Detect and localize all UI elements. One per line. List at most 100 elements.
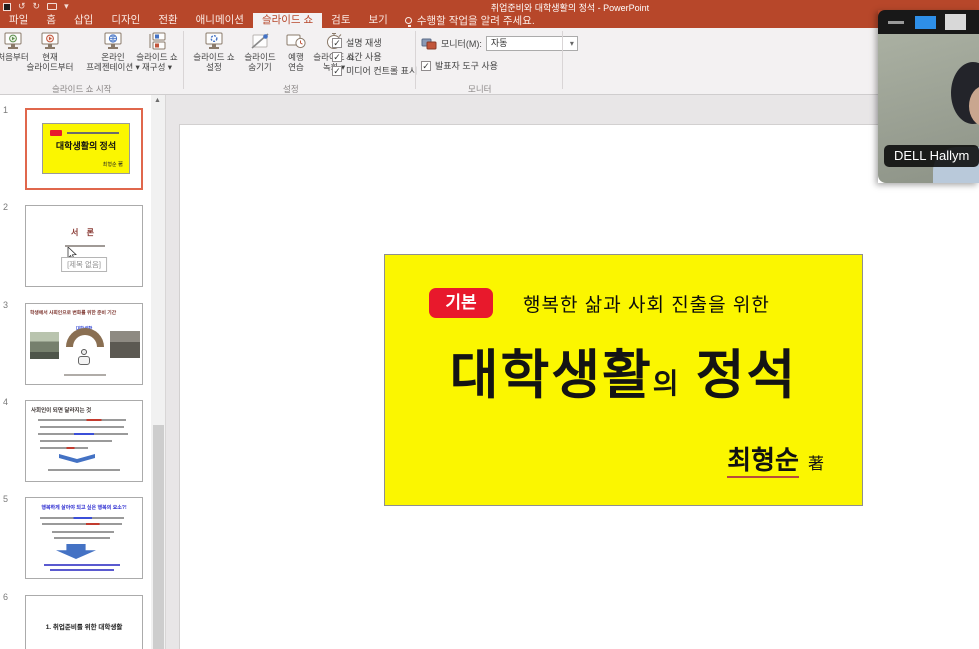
scrollbar-thumb[interactable] <box>153 425 164 649</box>
tiny-text-line <box>64 374 106 376</box>
slide-number: 3 <box>3 300 8 310</box>
slide-thumbnail-panel: 1 대학생활의 정석 최형순 著 2 서 론 [제목 없음] 3 학생에서 사회… <box>0 95 166 649</box>
play-narrations-checkbox[interactable]: 설명 재생 <box>332 36 382 49</box>
tab-insert[interactable]: 삽입 <box>65 13 102 28</box>
webcam-overlay-window[interactable]: DELL Hallym <box>878 10 979 183</box>
checkbox-icon <box>421 61 431 71</box>
slide-tagline: 행복한 삶과 사회 진출을 위한 <box>523 290 770 317</box>
scroll-up-icon[interactable]: ▲ <box>154 97 161 104</box>
tab-animations[interactable]: 애니메이션 <box>187 13 253 28</box>
editing-area: 기본 행복한 삶과 사회 진출을 위한 대학생활의 정석 최형순 著 <box>166 95 979 649</box>
set-up-slide-show-button[interactable]: 슬라이드 쇼 설정 <box>188 31 240 89</box>
title-banner-shape[interactable]: 기본 행복한 삶과 사회 진출을 위한 대학생활의 정석 최형순 著 <box>384 254 863 506</box>
webcam-white-button[interactable] <box>945 14 966 30</box>
checkbox-icon <box>332 38 342 48</box>
webcam-video-feed: DELL Hallym <box>878 34 979 183</box>
powerpoint-window: ↺ ↻ ▾ 취업준비와 대학생활의 정석 - PowerPoint 파일 홈 삽… <box>0 0 979 649</box>
slide-thumbnail-1[interactable]: 대학생활의 정석 최형순 著 <box>25 108 143 190</box>
redo-icon[interactable]: ↻ <box>33 2 41 11</box>
lightbulb-icon <box>405 17 412 24</box>
slide-thumbnail-3[interactable]: 학생에서 사회인으로 변화를 위한 준비 기간 대학생활 <box>25 303 143 385</box>
slide-number: 1 <box>3 105 8 115</box>
use-timings-checkbox[interactable]: 시간 사용 <box>332 50 382 63</box>
monitor-dropdown-label: 모니터(M): <box>441 37 482 50</box>
author-line: 최형순 著 <box>727 440 824 477</box>
slide-main-title: 대학생활의 정석 <box>385 333 862 409</box>
webcam-blue-button[interactable] <box>915 16 936 29</box>
tiny-text-line <box>38 433 128 435</box>
hide-slide-button[interactable]: 슬라이드 숨기기 <box>238 31 282 89</box>
tab-slide-show[interactable]: 슬라이드 쇼 <box>253 13 322 28</box>
empty-title-placeholder: [제목 없음] <box>61 257 107 272</box>
hide-slash-icon <box>248 31 272 51</box>
slides-stack-icon <box>145 31 169 51</box>
undo-icon[interactable]: ↺ <box>18 2 26 11</box>
group-label-monitors: 모니터 <box>468 83 491 95</box>
minimize-icon[interactable] <box>888 21 904 24</box>
tiny-text-line <box>48 469 120 471</box>
tiny-text-line <box>50 569 114 571</box>
monitor-setup-icon <box>202 31 226 51</box>
slide-thumbnail-4[interactable]: 사회인이 되면 달라지는 것 <box>25 400 143 482</box>
participant-name-badge: DELL Hallym <box>884 145 979 167</box>
chevron-down-icon: ▾ <box>570 37 574 50</box>
ribbon: 처음부터 현재 슬라이드부터 온라인 프레젠테이션 ▾ <box>0 28 979 95</box>
custom-slide-show-button[interactable]: 슬라이드 쇼 재구성 ▾ <box>135 31 179 89</box>
tiny-text-line <box>38 419 126 421</box>
monitor-dropdown-row: 모니터(M): 자동 ▾ <box>421 36 578 51</box>
slide-number: 5 <box>3 494 8 504</box>
title-bar: ↺ ↻ ▾ 취업준비와 대학생활의 정석 - PowerPoint <box>0 0 979 13</box>
photo-left <box>30 332 59 359</box>
cartoon-figure <box>78 356 90 365</box>
slide-thumbnail-2[interactable]: 서 론 [제목 없음] <box>25 205 143 287</box>
slide-thumbnail-6[interactable]: 1. 취업준비를 위한 대학생활 <box>25 595 143 649</box>
present-online-button[interactable]: 온라인 프레젠테이션 ▾ <box>84 31 142 89</box>
photo-right <box>110 331 140 358</box>
monitor-globe-icon <box>101 31 125 51</box>
webcam-titlebar <box>878 10 979 34</box>
tiny-text-line <box>44 564 120 566</box>
cartoon-figure <box>81 349 87 355</box>
group-divider <box>562 31 563 89</box>
show-media-controls-checkbox[interactable]: 미디어 컨트롤 표시 <box>332 64 417 77</box>
monitor-select[interactable]: 자동 ▾ <box>486 36 578 51</box>
tab-file[interactable]: 파일 <box>0 13 37 28</box>
author-suffix: 著 <box>808 456 824 473</box>
mini-banner: 대학생활의 정석 최형순 著 <box>42 123 130 174</box>
tiny-text-line <box>42 523 122 525</box>
tiny-text-line <box>40 440 112 442</box>
use-presenter-view-checkbox[interactable]: 발표자 도구 사용 <box>421 59 498 72</box>
group-label-set-up: 설정 <box>283 83 299 95</box>
save-icon[interactable] <box>3 3 11 11</box>
customize-caret-icon[interactable]: ▾ <box>64 2 69 11</box>
tiny-text-line <box>40 517 124 519</box>
slideshow-icon[interactable] <box>47 3 57 10</box>
slide-number: 6 <box>3 592 8 602</box>
tab-home[interactable]: 홈 <box>37 13 65 28</box>
down-arrow-shape <box>56 544 96 559</box>
down-arrow-shape <box>59 454 95 463</box>
slide-number: 2 <box>3 202 8 212</box>
tiny-text-line <box>54 537 110 539</box>
tab-transitions[interactable]: 전환 <box>149 13 186 28</box>
tab-review[interactable]: 검토 <box>322 13 359 28</box>
checkbox-icon <box>332 66 342 76</box>
group-label-start-slide-show: 슬라이드 쇼 시작 <box>52 83 111 95</box>
from-current-slide-button[interactable]: 현재 슬라이드부터 <box>22 31 78 89</box>
tab-design[interactable]: 디자인 <box>102 13 149 28</box>
tiny-text-line <box>52 531 114 533</box>
slide-canvas[interactable]: 기본 행복한 삶과 사회 진출을 위한 대학생활의 정석 최형순 著 <box>179 124 979 649</box>
ribbon-tab-row: 파일 홈 삽입 디자인 전환 애니메이션 슬라이드 쇼 검토 보기 수행할 작업… <box>0 13 979 28</box>
author-name: 최형순 <box>727 446 799 478</box>
basic-badge: 기본 <box>429 288 493 318</box>
group-divider <box>183 31 184 89</box>
tab-view[interactable]: 보기 <box>360 13 397 28</box>
monitor-select-value: 자동 <box>491 38 508 48</box>
rehearse-clock-icon <box>284 31 308 51</box>
slide-thumbnail-5[interactable]: 행복하게 살아야 되고 싶은 행복의 요소?! <box>25 497 143 579</box>
monitor-icon <box>421 38 437 50</box>
tell-me-box[interactable]: 수행할 작업을 알려 주세요. <box>397 13 543 28</box>
thumbnail-scrollbar[interactable]: ▲ <box>151 95 166 649</box>
tiny-text-line <box>40 447 88 449</box>
mini-tagline-line <box>67 132 119 134</box>
